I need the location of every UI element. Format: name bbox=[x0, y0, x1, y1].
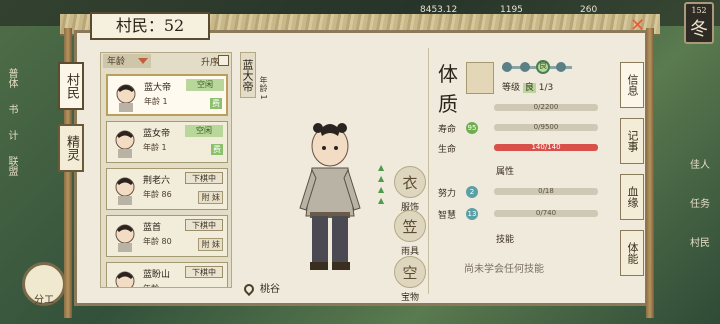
physique-portrait bbox=[466, 62, 494, 94]
lifespan-label: 寿命 bbox=[438, 125, 457, 135]
left-tabs: 村民 精灵 bbox=[58, 62, 84, 186]
health-bar: 140/140 bbox=[494, 143, 598, 151]
level-dot bbox=[556, 62, 566, 72]
tab-lineage[interactable]: 血缘 bbox=[620, 174, 644, 220]
no-skills-text: 尚未学会任何技能 bbox=[464, 264, 544, 275]
villager-avatar bbox=[115, 130, 135, 158]
villager-card[interactable]: 蓝女帝年龄 1 空闲费 bbox=[106, 121, 228, 163]
villager-age: 年龄 86 bbox=[143, 190, 172, 199]
order-label: 升序 bbox=[201, 58, 220, 68]
map-label[interactable]: 普体 bbox=[4, 68, 19, 88]
map-left-labels: 普体 书 计 联盟 bbox=[0, 60, 40, 192]
villager-card[interactable]: 蓝盼山年龄 下棋中 bbox=[106, 262, 228, 287]
selected-villager-age: 年龄 1 bbox=[259, 76, 268, 100]
level-text: 等级 良 1/3 bbox=[502, 83, 554, 93]
villager-card[interactable]: 荆老六年龄 86 下棋中附 妹 bbox=[106, 168, 228, 210]
dispatch-button[interactable]: 分工 bbox=[22, 262, 66, 306]
map-label[interactable]: 计 bbox=[4, 130, 19, 140]
equip-rain-gear-slot[interactable]: 笠 雨具 bbox=[390, 210, 430, 257]
sort-dropdown[interactable]: 年龄 bbox=[103, 54, 151, 68]
effort-label: 努力 bbox=[438, 189, 457, 199]
chevron-down-icon bbox=[138, 58, 148, 64]
villager-avatar bbox=[115, 224, 135, 252]
status-badge: 下棋中 bbox=[185, 219, 223, 231]
level-dot bbox=[520, 62, 530, 72]
map-label[interactable]: 任务 bbox=[680, 195, 720, 210]
villager-name: 蓝女帝 bbox=[143, 129, 171, 139]
equip-treasure-slot[interactable]: 空 宝物 bbox=[390, 256, 430, 303]
status-badge: 空闲 bbox=[185, 125, 223, 137]
tab-spirits[interactable]: 精灵 bbox=[58, 124, 84, 172]
location-label[interactable]: 桃谷 bbox=[241, 280, 280, 297]
villager-figure bbox=[299, 123, 361, 270]
effort-bar: 0/18 bbox=[494, 187, 598, 195]
lifespan-level: 95 bbox=[466, 122, 478, 134]
trait-badge: 费 bbox=[211, 144, 223, 155]
map-label[interactable]: 书 bbox=[4, 104, 19, 114]
close-icon[interactable]: ✕ bbox=[630, 15, 645, 36]
villager-age: 年龄 80 bbox=[143, 237, 172, 246]
traits-title: 属性 bbox=[496, 167, 515, 177]
trait-badge: 费 bbox=[210, 98, 222, 109]
villager-age: 年龄 bbox=[143, 283, 159, 287]
map-label[interactable]: 村民 bbox=[680, 234, 720, 249]
order-checkbox[interactable] bbox=[218, 55, 229, 66]
location-pin-icon bbox=[241, 281, 257, 297]
villager-age: 年龄 1 bbox=[143, 143, 167, 152]
equip-clothing-slot[interactable]: 衣 服饰 bbox=[390, 166, 430, 213]
robe-icon: 衣 bbox=[394, 166, 426, 198]
wisdom-bar: 0/740 bbox=[494, 209, 598, 217]
villager-card[interactable]: 蓝大帝年龄 1 空闲费 bbox=[106, 74, 228, 116]
level-dot-current: 良 bbox=[536, 60, 550, 74]
wisdom-label: 智慧 bbox=[438, 211, 457, 221]
status-badge: 下棋中 bbox=[185, 266, 223, 278]
villager-name: 蓝首 bbox=[143, 223, 162, 233]
map-label[interactable]: 佳人 bbox=[680, 156, 720, 171]
exp-bar: 0/2200 bbox=[494, 103, 598, 111]
selected-villager-name: 蓝大帝 bbox=[240, 52, 256, 98]
tab-info[interactable]: 信息 bbox=[620, 62, 644, 108]
upgrade-arrows-icon: ▲ ▲ ▲ ▲ bbox=[378, 163, 385, 205]
villager-avatar bbox=[116, 84, 136, 112]
skills-title: 技能 bbox=[496, 235, 515, 245]
lifespan-bar: 0/9500 bbox=[494, 123, 598, 131]
wooden-pole-right bbox=[646, 28, 654, 318]
map-right-labels: 佳人 任务 村民 bbox=[680, 150, 720, 273]
trait-badge: 附 妹 bbox=[198, 238, 223, 251]
villager-age: 年龄 1 bbox=[144, 97, 168, 106]
villager-card[interactable]: 蓝首年龄 80 下棋中附 妹 bbox=[106, 215, 228, 257]
window-title: 村民：52 bbox=[90, 12, 210, 40]
season-indicator[interactable]: 152 冬 bbox=[684, 2, 714, 44]
villager-name: 蓝盼山 bbox=[143, 270, 171, 280]
sort-bar: 年龄 升序 bbox=[101, 53, 231, 69]
status-badge: 空闲 bbox=[186, 79, 224, 91]
trait-badge: 附 妹 bbox=[198, 191, 223, 204]
villager-name: 荆老六 bbox=[143, 176, 171, 186]
level-dot bbox=[502, 62, 512, 72]
health-label: 生命 bbox=[438, 145, 457, 155]
villager-avatar bbox=[115, 177, 135, 205]
attribute-panel: 体 质 良 等级 良 1/3 0/2200 寿命 95 0/9500 生命 14… bbox=[436, 52, 612, 292]
tab-villagers[interactable]: 村民 bbox=[58, 62, 84, 110]
wisdom-level: 13 bbox=[466, 208, 478, 220]
physique-heading-1: 体 bbox=[438, 62, 458, 86]
tab-journal[interactable]: 记事 bbox=[620, 118, 644, 164]
tab-stamina[interactable]: 体能 bbox=[620, 230, 644, 276]
physique-heading-2: 质 bbox=[438, 92, 458, 116]
empty-slot-icon: 空 bbox=[394, 256, 426, 288]
status-badge: 下棋中 bbox=[185, 172, 223, 184]
villager-list[interactable]: 年龄 升序 蓝大帝 年龄 1 空闲费蓝女帝 年龄 1 空闲费荆老六 年龄 86 下棋中附 妹… bbox=[100, 52, 232, 288]
right-tabs: 信息 记事 血缘 体能 bbox=[620, 62, 644, 286]
villager-avatar bbox=[115, 271, 135, 287]
hat-icon: 笠 bbox=[394, 210, 426, 242]
villager-name: 蓝大帝 bbox=[144, 83, 172, 93]
map-label[interactable]: 联盟 bbox=[4, 156, 19, 176]
effort-level: 2 bbox=[466, 186, 478, 198]
divider bbox=[428, 48, 429, 294]
